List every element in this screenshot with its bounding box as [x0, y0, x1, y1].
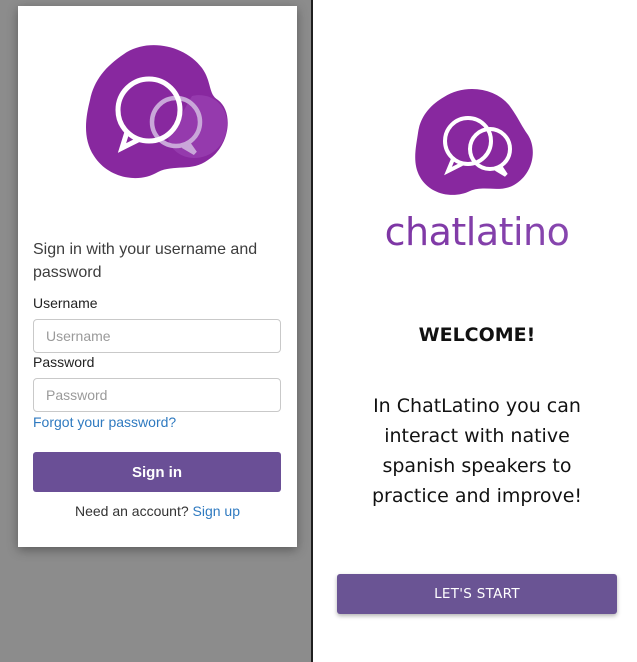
username-input[interactable]	[33, 319, 281, 353]
chat-bubbles-logo-icon	[86, 45, 228, 179]
password-label: Password	[33, 354, 95, 370]
signin-heading: Sign in with your username and password	[33, 241, 258, 281]
username-label: Username	[33, 295, 98, 311]
sign-in-button[interactable]: Sign in	[33, 452, 281, 492]
welcome-message: In ChatLatino you can interact with nati…	[371, 395, 583, 507]
forgot-password-link[interactable]: Forgot your password?	[33, 414, 176, 430]
sign-up-link[interactable]: Sign up	[193, 503, 240, 519]
signup-prompt: Need an account?	[74, 503, 189, 519]
signup-row: Need an account? Sign up	[18, 503, 297, 519]
brand-wordmark: chatlatino	[313, 210, 637, 254]
welcome-panel: chatlatino WELCOME! In ChatLatino you ca…	[313, 0, 637, 662]
password-input[interactable]	[33, 378, 281, 412]
signin-card: Sign in with your username and password …	[18, 6, 297, 547]
signin-backdrop: Sign in with your username and password …	[0, 0, 311, 662]
chat-bubbles-logo-icon	[415, 89, 533, 195]
welcome-heading: WELCOME!	[418, 324, 536, 346]
lets-start-button[interactable]: LET'S START	[337, 574, 617, 614]
